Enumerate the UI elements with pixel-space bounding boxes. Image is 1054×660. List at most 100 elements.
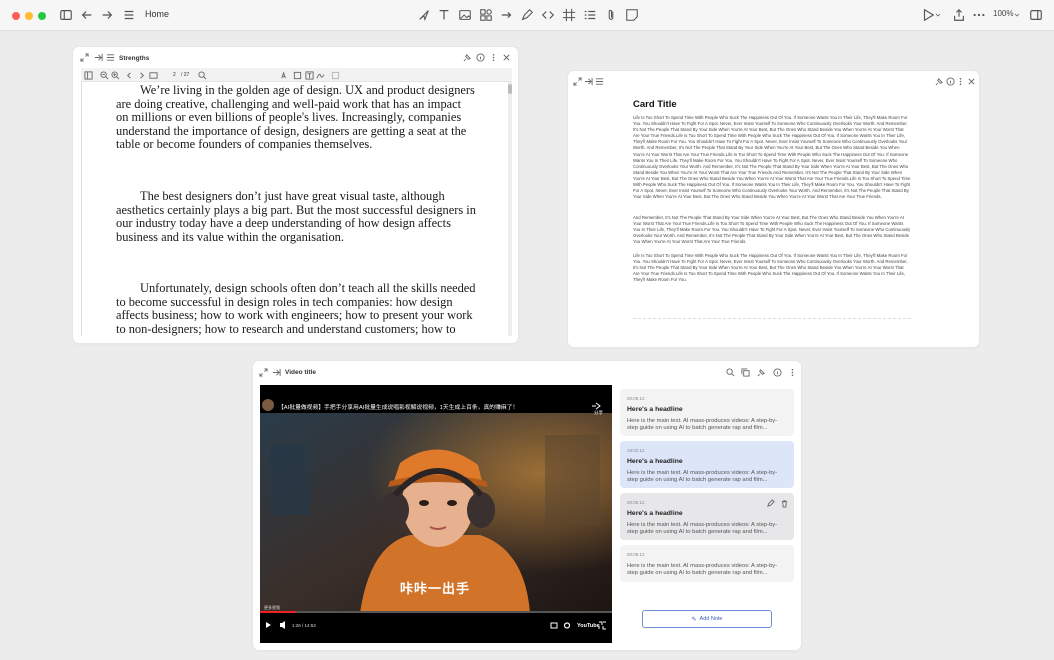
- pdf-scrollbar[interactable]: [508, 82, 512, 336]
- close-icon[interactable]: [502, 53, 511, 62]
- pdf-paragraph: Unfortunately, design schools often don’…: [116, 281, 476, 336]
- more-videos-label[interactable]: 更多视频: [264, 605, 280, 611]
- doc-paragraph[interactable]: Life Is Too Short To Spend Time With Peo…: [633, 253, 911, 283]
- code-icon[interactable]: [541, 8, 555, 22]
- menu-list-icon[interactable]: [122, 8, 136, 22]
- edit-icon[interactable]: [766, 499, 775, 507]
- close-window-button[interactable]: [12, 12, 20, 20]
- note-headline: Here's a headline: [627, 458, 683, 465]
- list-icon[interactable]: [106, 53, 115, 62]
- share-icon[interactable]: [952, 8, 966, 22]
- expand-icon[interactable]: [259, 368, 268, 377]
- doc-paragraph[interactable]: Life Is Too Short To Spend Time With Peo…: [633, 115, 911, 200]
- note-timestamp[interactable]: 00:05:12: [627, 552, 645, 557]
- note-headline: Here's a headline: [627, 406, 683, 413]
- note-body: Here is the main text. AI mass-produces …: [627, 470, 778, 484]
- card-title: Video title: [285, 369, 316, 376]
- collapse-icon[interactable]: [94, 53, 103, 62]
- info-icon[interactable]: [476, 53, 485, 62]
- note-timestamp[interactable]: 18:02:12: [627, 448, 645, 453]
- signature-icon[interactable]: [316, 71, 325, 79]
- pin-icon[interactable]: [757, 368, 766, 377]
- card-title[interactable]: Card Title: [633, 99, 677, 110]
- collapse-icon[interactable]: [272, 368, 281, 377]
- frame-icon[interactable]: [562, 8, 576, 22]
- app-toolbar: Home 100%: [0, 0, 1054, 31]
- color-picker-icon[interactable]: [331, 71, 340, 80]
- shapes-icon[interactable]: [479, 8, 493, 22]
- play-icon[interactable]: [921, 8, 935, 22]
- delete-icon[interactable]: [780, 499, 788, 508]
- note-item[interactable]: 00:05:12 Here is the main text. AI mass-…: [620, 545, 794, 582]
- highlight-icon[interactable]: [280, 71, 287, 79]
- thumbnail-toggle-icon[interactable]: [84, 71, 93, 80]
- note-item-selected[interactable]: 18:02:12 Here's a headline Here is the m…: [620, 441, 794, 488]
- right-panel-toggle-icon[interactable]: [1029, 8, 1043, 22]
- pdf-paragraph: We’re living in the golden age of design…: [116, 83, 475, 152]
- info-icon[interactable]: [773, 368, 782, 377]
- zoom-out-icon[interactable]: [100, 71, 109, 80]
- previous-page-icon[interactable]: [125, 71, 132, 79]
- video-player[interactable]: 【AI批量做视频】手把手分享用AI批量生成说唱影视解说视频，1天生成上百条，真的…: [260, 385, 612, 643]
- zoom-level[interactable]: 100%: [993, 9, 1013, 18]
- more-vertical-icon[interactable]: [489, 53, 498, 62]
- rectangle-icon[interactable]: [293, 71, 302, 80]
- pdf-paragraph: The best designers don’t just have great…: [116, 189, 476, 244]
- note-item[interactable]: 00:05:12 Here's a headline Here is the m…: [620, 389, 794, 436]
- page-number-input[interactable]: 2: [173, 72, 176, 78]
- chevron-down-icon[interactable]: [934, 8, 942, 22]
- sticky-note-icon[interactable]: [625, 8, 639, 22]
- note-headline: Here's a headline: [627, 510, 683, 517]
- expand-icon[interactable]: [573, 77, 582, 86]
- zoom-in-icon[interactable]: [111, 71, 120, 80]
- note-body: Here is the main text. AI mass-produces …: [627, 563, 778, 577]
- text-box-icon[interactable]: [305, 71, 314, 80]
- video-subtitle: 咔咔一出手: [400, 581, 471, 596]
- doc-paragraph[interactable]: And Remember, It's Not The People That S…: [633, 215, 911, 245]
- image-icon[interactable]: [458, 8, 472, 22]
- list-icon[interactable]: [583, 8, 597, 22]
- add-note-button[interactable]: ✎ Add Note: [642, 610, 772, 628]
- attachment-icon[interactable]: [604, 8, 618, 22]
- info-icon[interactable]: [946, 77, 955, 86]
- note-timestamp[interactable]: 00:05:12: [627, 500, 645, 505]
- video-frame-image: [260, 385, 612, 630]
- search-icon[interactable]: [726, 368, 735, 377]
- pen-icon[interactable]: [520, 8, 534, 22]
- video-overlay-title[interactable]: 【AI批量做视频】手把手分享用AI批量生成说唱影视解说视频，1天生成上百条，真的…: [278, 402, 518, 411]
- zoom-window-button[interactable]: [38, 12, 46, 20]
- youtube-logo[interactable]: YouTube: [577, 623, 600, 629]
- fit-page-icon[interactable]: [149, 71, 158, 79]
- expand-icon[interactable]: [80, 53, 89, 62]
- zoom-chevron-down-icon[interactable]: [1013, 8, 1021, 22]
- video-share-button[interactable]: 分享: [594, 410, 603, 416]
- document-card: [568, 71, 979, 347]
- search-icon[interactable]: [198, 71, 207, 80]
- pin-icon[interactable]: [463, 53, 472, 62]
- next-page-icon[interactable]: [137, 71, 145, 79]
- sidebar-toggle-icon[interactable]: [59, 8, 73, 22]
- cursor-icon[interactable]: [417, 8, 431, 22]
- copy-icon[interactable]: [741, 368, 750, 377]
- pin-icon[interactable]: [935, 77, 944, 86]
- collapse-icon[interactable]: [584, 77, 593, 86]
- more-vertical-icon[interactable]: [788, 368, 797, 377]
- note-item-hover[interactable]: 00:05:12 Here's a headline Here is the m…: [620, 493, 794, 540]
- more-options-icon[interactable]: [972, 8, 986, 22]
- note-timestamp[interactable]: 00:05:12: [627, 396, 645, 401]
- scrollbar-thumb[interactable]: [508, 84, 512, 94]
- forward-arrow-icon[interactable]: [100, 8, 114, 22]
- close-icon[interactable]: [967, 77, 976, 86]
- video-time: 1:26 / 14:53: [292, 623, 316, 628]
- more-vertical-icon[interactable]: [956, 77, 965, 86]
- list-icon[interactable]: [595, 77, 604, 86]
- page-total: / 27: [181, 72, 190, 78]
- add-note-label: Add Note: [699, 616, 723, 622]
- arrow-icon[interactable]: [500, 8, 514, 22]
- back-arrow-icon[interactable]: [80, 8, 94, 22]
- text-icon[interactable]: [437, 8, 451, 22]
- note-body: Here is the main text. AI mass-produces …: [627, 522, 778, 536]
- pdf-toolbar: 2 / 27: [81, 68, 512, 82]
- breadcrumb-home[interactable]: Home: [145, 9, 169, 19]
- minimize-window-button[interactable]: [25, 12, 33, 20]
